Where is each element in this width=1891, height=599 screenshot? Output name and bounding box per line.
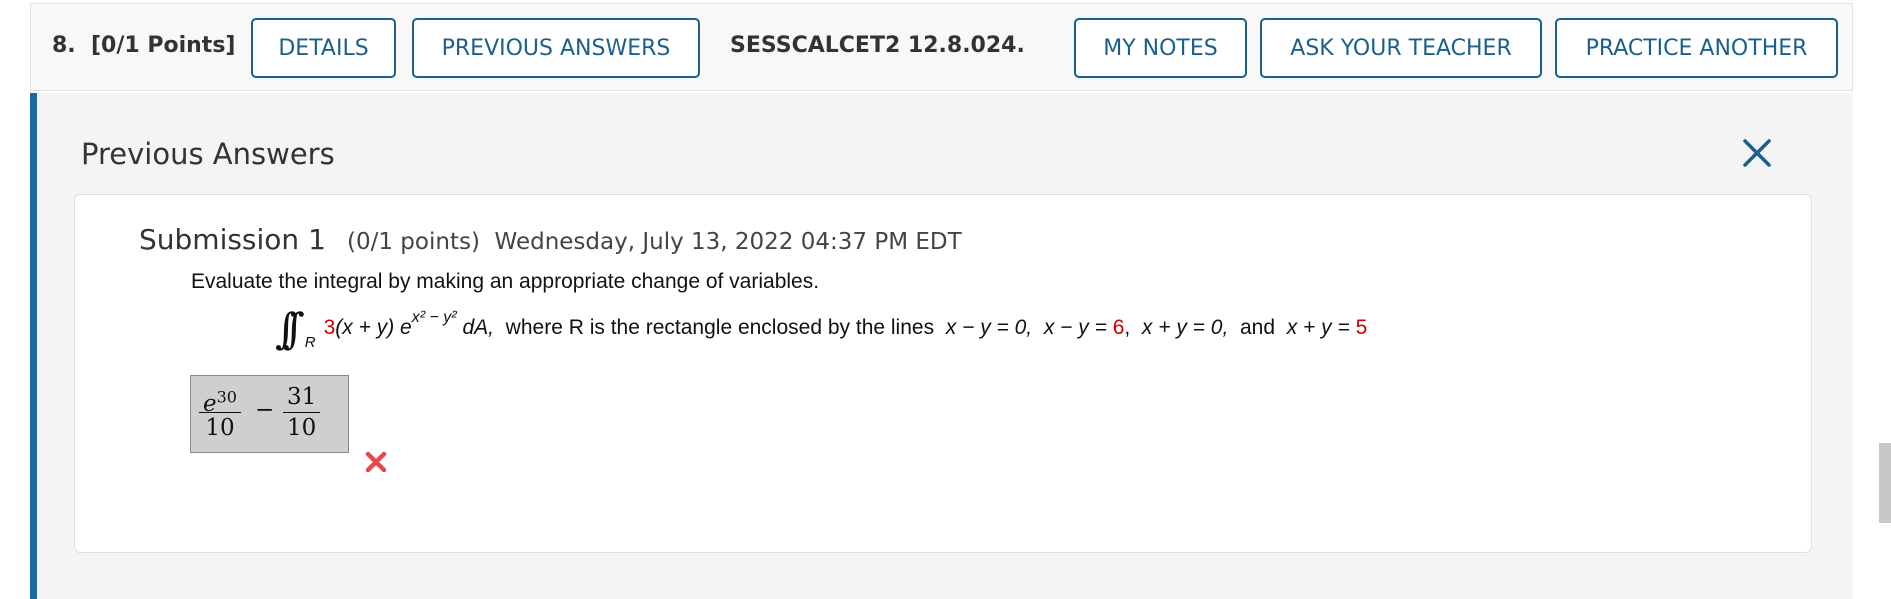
previous-answers-button[interactable]: PREVIOUS ANSWERS (412, 18, 700, 78)
integral-region: R (304, 333, 316, 351)
submission-points: (0/1 points) (347, 229, 480, 255)
integrand-differential: dA, (462, 316, 494, 339)
question-number: 8. [0/1 Points] (52, 33, 235, 58)
question-index: 8. (52, 33, 76, 58)
scrollbar-thumb[interactable] (1879, 443, 1891, 523)
integrand-coefficient: 3 (323, 316, 336, 339)
line-4-value: 5 (1355, 316, 1368, 339)
question-points: [0/1 Points] (91, 33, 236, 58)
practice-another-button[interactable]: PRACTICE ANOTHER (1555, 18, 1838, 78)
answer-fraction-1: e30 10 (199, 382, 241, 443)
answer-frac1-denominator: 10 (205, 415, 235, 441)
answer-frac2-denominator: 10 (287, 415, 317, 441)
answer-minus: − (255, 397, 275, 423)
double-integral-symbol: ∫∫ (275, 303, 305, 353)
submission-meta: (0/1 points) Wednesday, July 13, 2022 04… (347, 229, 962, 255)
integrand-factor: (x + y) e (335, 316, 412, 339)
panel-title: Previous Answers (81, 137, 335, 171)
answer-frac2-numerator: 31 (283, 382, 321, 413)
my-notes-button[interactable]: MY NOTES (1074, 18, 1247, 78)
submission-title: Submission 1 (139, 223, 326, 256)
answer-fraction-2: 31 10 (283, 382, 321, 443)
integrand-exponent: x² − y² (411, 309, 457, 326)
details-button[interactable]: DETAILS (251, 18, 396, 78)
previous-answers-panel: Previous Answers Submission 1 (0/1 point… (30, 93, 1853, 599)
ask-your-teacher-button[interactable]: ASK YOUR TEACHER (1260, 18, 1542, 78)
question-id: SESSCALCET2 12.8.024. (730, 33, 1025, 58)
and-text: and (1239, 316, 1276, 339)
line-2-value: 6 (1112, 316, 1125, 339)
integral-formula: ∫∫ R 3 (x + y) e x² − y² dA, where R is … (275, 303, 1368, 353)
region-description: where R is the rectangle enclosed by the… (505, 316, 935, 339)
line-1: x − y = 0, (945, 316, 1033, 339)
question-instruction: Evaluate the integral by making an appro… (191, 270, 820, 293)
submission-timestamp: Wednesday, July 13, 2022 04:37 PM EDT (494, 229, 962, 255)
close-icon[interactable] (1737, 133, 1777, 173)
line-4-lhs: x + y = (1286, 316, 1350, 339)
line-3: x + y = 0, (1141, 316, 1229, 339)
incorrect-x-icon (365, 451, 387, 473)
submission-card: Submission 1 (0/1 points) Wednesday, Jul… (74, 194, 1812, 553)
line-2-lhs: x − y = (1043, 316, 1107, 339)
submitted-answer: e30 10 − 31 10 (190, 375, 349, 453)
